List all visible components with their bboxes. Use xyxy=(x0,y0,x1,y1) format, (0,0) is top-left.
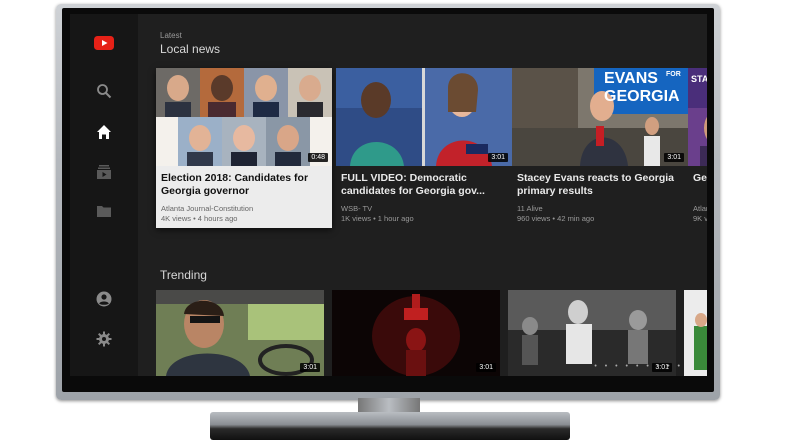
video-thumbnail: 0:48 xyxy=(156,68,332,166)
video-card-3[interactable]: EVANS FOR GEORGIA 3:01 Stacey Evans reac… xyxy=(512,68,688,228)
video-channel: Atlanta Journal-Constitution xyxy=(161,204,254,213)
video-meta: 9K vi xyxy=(693,214,707,223)
video-duration: 3:01 xyxy=(300,363,320,372)
trending-card-4[interactable] xyxy=(684,290,707,376)
video-meta: 4K views • 4 hours ago xyxy=(161,214,238,223)
video-thumbnail: STAC xyxy=(688,68,707,166)
account-icon[interactable] xyxy=(94,289,114,309)
gear-icon[interactable] xyxy=(94,329,114,349)
thumbnail-text: FOR xyxy=(666,71,681,78)
video-meta: 960 views • 42 min ago xyxy=(517,214,595,223)
video-card-2[interactable]: 3:01 FULL VIDEO: Democratic candidates f… xyxy=(336,68,512,228)
video-channel: WSB- TV xyxy=(341,204,373,213)
search-icon[interactable] xyxy=(94,81,114,101)
video-card-1[interactable]: 0:48 Election 2018: Candidates for Georg… xyxy=(156,68,332,228)
video-title: FULL VIDEO: Democratic candidates for Ge… xyxy=(341,172,485,197)
video-channel: 11 Alive xyxy=(517,204,543,213)
folder-icon[interactable] xyxy=(94,201,114,221)
video-thumbnail: 3:01 xyxy=(336,68,512,166)
video-meta: 1K views • 1 hour ago xyxy=(341,214,414,223)
video-duration: 3:01 xyxy=(664,153,684,162)
trending-card-1[interactable]: 3:01 xyxy=(156,290,324,376)
trending-title: Trending xyxy=(160,268,207,282)
trending-card-2[interactable]: 3:01 xyxy=(332,290,500,376)
video-duration: 3:01 xyxy=(488,153,508,162)
video-channel: Atlant xyxy=(693,204,707,213)
home-icon[interactable] xyxy=(94,122,114,142)
pagination-dots: • • • • • • • • • xyxy=(594,363,683,370)
main-content: Latest Local news 0:48 Election 2018: Ca… xyxy=(138,14,707,376)
section-kicker: Latest xyxy=(160,31,182,40)
tv-screen: Latest Local news 0:48 Election 2018: Ca… xyxy=(70,14,707,376)
subscriptions-icon[interactable] xyxy=(94,162,114,182)
video-thumbnail: EVANS FOR GEORGIA 3:01 xyxy=(512,68,688,166)
video-card-4[interactable]: STAC Geo Abra Atlant 9K vi xyxy=(688,68,707,228)
section-title: Local news xyxy=(160,42,221,56)
sidebar xyxy=(70,14,138,376)
youtube-icon[interactable] xyxy=(94,33,114,53)
thumbnail-text: EVANS xyxy=(604,70,658,87)
video-title: Election 2018: Candidates for Georgia go… xyxy=(161,172,309,197)
video-duration: 0:48 xyxy=(308,153,328,162)
tv-stand-base xyxy=(210,412,570,440)
video-title: Geo Abra xyxy=(693,172,707,184)
video-duration: 3:01 xyxy=(476,363,496,372)
video-title: Stacey Evans reacts to Georgia primary r… xyxy=(517,172,674,197)
thumbnail-text: STAC xyxy=(691,74,707,84)
thumbnail-text: GEORGIA xyxy=(604,88,680,105)
